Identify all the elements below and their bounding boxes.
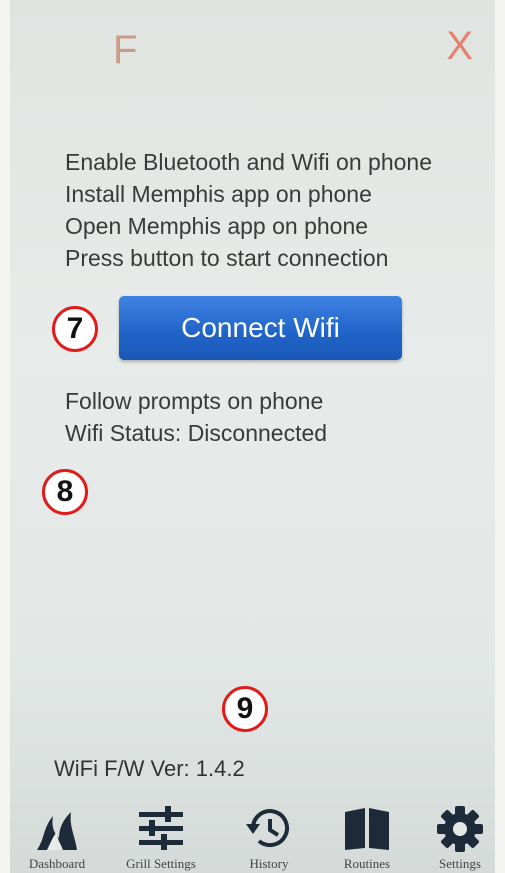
- nav-label: History: [249, 856, 289, 871]
- instructions: Enable Bluetooth and Wifi on phone Insta…: [65, 146, 432, 274]
- nav-item-routines[interactable]: Routines: [322, 800, 412, 873]
- wifi-setup-screen: F X Enable Bluetooth and Wifi on phone I…: [10, 0, 495, 873]
- instruction-line: Open Memphis app on phone: [65, 213, 369, 239]
- nav-label: Dashboard: [28, 856, 86, 871]
- nav-item-grill-settings[interactable]: Grill Settings: [116, 800, 206, 873]
- callout-marker: 9: [222, 686, 268, 732]
- instruction-line: Press button to start connection: [65, 245, 389, 271]
- instruction-line: Install Memphis app on phone: [65, 181, 372, 207]
- nav-label: Settings: [439, 856, 481, 871]
- callout-marker: 8: [42, 469, 88, 515]
- book-icon: [345, 808, 389, 850]
- gear-icon: [437, 806, 483, 852]
- nav-item-settings[interactable]: Settings: [415, 800, 495, 873]
- prompt-text: Follow prompts on phone: [65, 388, 324, 414]
- instruction-line: Enable Bluetooth and Wifi on phone: [65, 149, 432, 175]
- nav-item-history[interactable]: History: [224, 800, 314, 873]
- wifi-status-text: Wifi Status: Disconnected: [65, 420, 328, 446]
- nav-label: Grill Settings: [126, 856, 196, 871]
- header-letter: F: [113, 28, 138, 72]
- flame-icon: [37, 812, 77, 850]
- history-icon: [246, 809, 289, 847]
- nav-item-dashboard[interactable]: Dashboard: [12, 800, 102, 873]
- nav-label: Routines: [343, 856, 391, 871]
- firmware-version: WiFi F/W Ver: 1.4.2: [54, 756, 245, 781]
- close-button[interactable]: X: [446, 24, 473, 69]
- callout-marker: 7: [52, 306, 98, 352]
- bottom-nav: Dashboard Grill Settings History Routine…: [10, 800, 495, 873]
- sliders-icon: [139, 806, 183, 850]
- status-block: Follow prompts on phone Wifi Status: Dis…: [65, 385, 327, 449]
- connect-wifi-button[interactable]: Connect Wifi: [119, 296, 402, 360]
